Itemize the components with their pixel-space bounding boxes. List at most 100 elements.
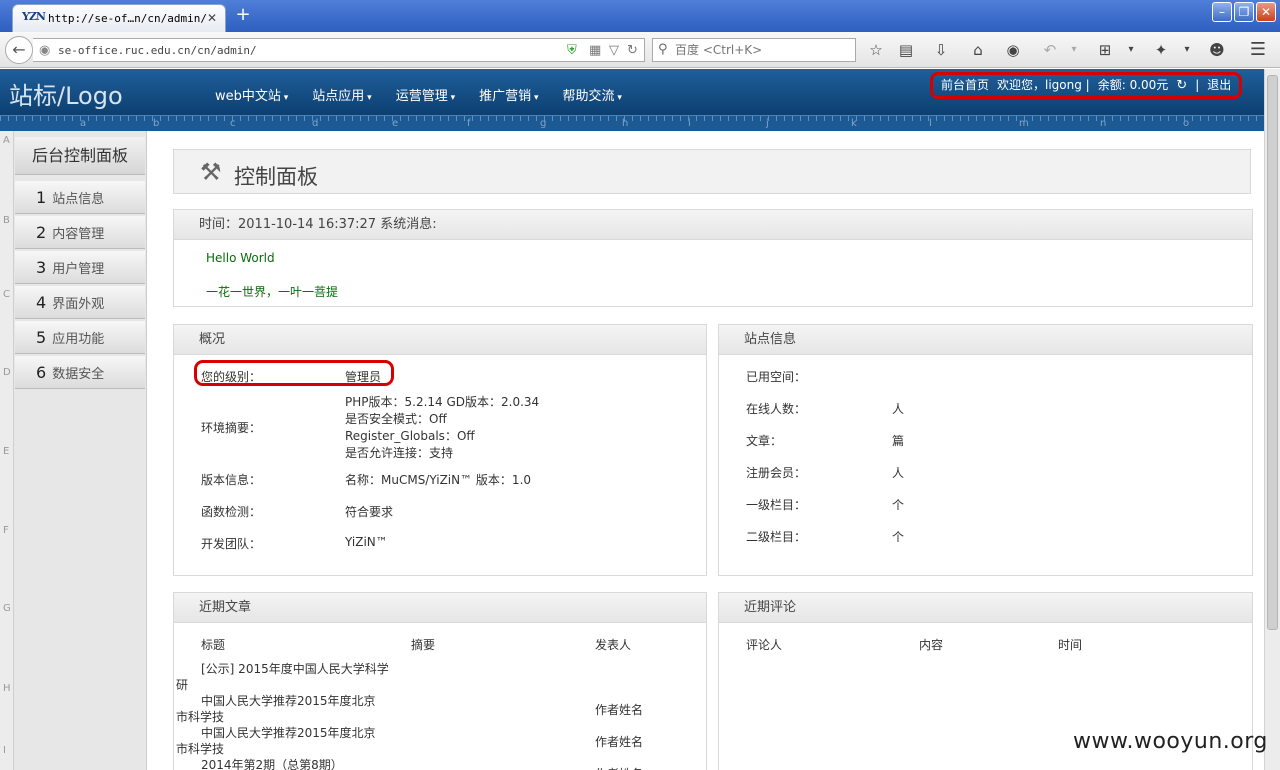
bookmark-star-icon[interactable]: ☆ xyxy=(866,40,886,60)
crop-dropdown-icon[interactable]: ▾ xyxy=(1121,40,1141,60)
site-info-label: 一级栏目： xyxy=(746,498,807,512)
user-bar: 前台首页 欢迎您，ligong | 余额: 0.00元 ↻ | 退出 xyxy=(930,72,1243,99)
admin-sidebar: 后台控制面板 1 站点信息 2 内容管理 3 用户管理 4 界面外观 5 应用功能 6 数据安全 xyxy=(14,131,146,770)
sidebar-item[interactable]: 4 界面外观 xyxy=(15,286,145,319)
sidebar-item-label: 站点信息 xyxy=(52,192,105,207)
separator: | xyxy=(1195,78,1200,92)
site-info-unit: 个 xyxy=(892,498,905,512)
sidebar-item[interactable]: 3 用户管理 xyxy=(15,251,145,284)
site-info-unit: 个 xyxy=(892,530,905,544)
tab-close-icon[interactable]: ✕ xyxy=(205,11,219,25)
message-line: Hello World xyxy=(206,251,275,265)
page-scrollbar[interactable] xyxy=(1264,69,1280,770)
recent-articles-title: 近期文章 xyxy=(174,593,706,623)
site-favicon-icon: YZN xyxy=(22,10,46,23)
tab-title: http://se-of…n/cn/admin/ xyxy=(48,12,207,25)
site-info-panel: 站点信息 已用空间： 在线人数：人文章：篇注册会员：人一级栏目：个二级栏目：个 xyxy=(718,324,1253,576)
article-title-link[interactable]: 研 xyxy=(176,676,188,693)
ruler-letter: H xyxy=(3,683,11,694)
sidebar-item[interactable]: 2 内容管理 xyxy=(15,216,145,249)
env-label: 环境摘要： xyxy=(201,421,262,435)
smiley-icon[interactable]: ☻ xyxy=(1207,40,1227,60)
nav-help[interactable]: 帮助交流 xyxy=(563,85,622,104)
article-title-link[interactable]: 市科学技 xyxy=(176,740,224,757)
browser-toolbar: ← ◉ se-office.ruc.edu.cn/cn/admin/ ⛨ ▦ ▽… xyxy=(0,32,1280,68)
page-title-panel: ⚒ 控制面板 xyxy=(173,149,1251,194)
ruler-letter: n xyxy=(1100,118,1107,129)
browser-tab-active[interactable]: YZN http://se-of…n/cn/admin/ ✕ xyxy=(12,4,226,32)
scrollbar-thumb[interactable] xyxy=(1267,75,1278,630)
balance-text: 余额: 0.00元 xyxy=(1097,78,1169,92)
article-author: 作者姓名 xyxy=(595,735,644,749)
sidebar-item[interactable]: 5 应用功能 xyxy=(15,321,145,354)
sidebar-item[interactable]: 1 站点信息 xyxy=(15,181,145,214)
undo-dropdown-icon[interactable]: ▾ xyxy=(1064,40,1084,60)
ruler-letter: a xyxy=(80,118,87,129)
team-value: YiZiN™ xyxy=(345,535,388,549)
nav-operations[interactable]: 运营管理 xyxy=(396,85,455,104)
sidebar-item-label: 内容管理 xyxy=(52,227,105,242)
ruler-letter: e xyxy=(392,118,399,129)
article-title-link[interactable]: 2014年第2期（总第8期） xyxy=(201,756,343,770)
article-title-link[interactable]: [公示] 2015年度中国人民大学科学 xyxy=(201,660,389,677)
nav-site-apps[interactable]: 站点应用 xyxy=(312,85,371,104)
watermark-text: www.wooyun.org xyxy=(1073,729,1268,754)
level-value: 管理员 xyxy=(345,370,382,384)
article-title-link[interactable]: 中国人民大学推荐2015年度北京 xyxy=(201,724,376,741)
article-title-link[interactable]: 市科学技 xyxy=(176,708,224,725)
logout-link[interactable]: 退出 xyxy=(1207,75,1231,96)
team-label: 开发团队： xyxy=(201,537,262,551)
welcome-text: 欢迎您，ligong | xyxy=(997,78,1090,92)
menu-hamburger-icon[interactable]: ☰ xyxy=(1248,40,1268,60)
site-info-label: 二级栏目： xyxy=(746,530,807,544)
nav-web-cn[interactable]: web中文站 xyxy=(215,85,288,104)
version-label: 版本信息： xyxy=(201,473,262,487)
sidebar-item-number: 2 xyxy=(36,223,47,242)
page-title: 控制面板 xyxy=(234,165,318,189)
window-minimize-button[interactable]: – xyxy=(1212,2,1232,22)
crop-icon[interactable]: ⊞ xyxy=(1095,40,1115,60)
frontend-home-link[interactable]: 前台首页 xyxy=(941,75,989,96)
sidebar-item-label: 用户管理 xyxy=(52,262,105,277)
column-header: 评论人 xyxy=(746,638,783,652)
window-maximize-button[interactable]: ❐ xyxy=(1234,2,1254,22)
ruler-letter: k xyxy=(851,118,857,129)
sidebar-item-number: 5 xyxy=(36,328,47,347)
env-line: 是否安全模式：Off xyxy=(345,412,447,426)
extension-icon[interactable]: ✦ xyxy=(1151,40,1171,60)
dropdown-arrow-icon[interactable]: ▽ xyxy=(609,43,619,58)
qr-code-icon[interactable]: ▦ xyxy=(589,43,601,58)
site-info-label: 文章： xyxy=(746,434,783,448)
window-close-button[interactable]: ✕ xyxy=(1256,2,1276,22)
url-text: se-office.ruc.edu.cn/cn/admin/ xyxy=(58,44,257,57)
download-icon[interactable]: ⇩ xyxy=(931,40,951,60)
vertical-ruler: A B C D E F G H I xyxy=(0,131,14,770)
bookmarks-list-icon[interactable]: ▤ xyxy=(896,40,916,60)
new-tab-button[interactable]: + xyxy=(233,5,253,25)
refresh-icon[interactable]: ↻ xyxy=(1176,75,1187,96)
ruler-letter: b xyxy=(153,118,160,129)
horizontal-ruler: a b c d e f g h i j k l m n o xyxy=(0,115,1264,131)
back-button[interactable]: ← xyxy=(5,36,33,64)
column-header: 标题 xyxy=(201,638,226,652)
main-content: ⚒ 控制面板 时间：2011-10-14 16:37:27 系统消息: Hell… xyxy=(146,131,1264,770)
site-logo[interactable]: 站标/Logo xyxy=(9,76,123,111)
address-bar[interactable]: ◉ se-office.ruc.edu.cn/cn/admin/ ⛨ ▦ ▽ ↻ xyxy=(33,38,645,62)
shield-icon[interactable]: ⛨ xyxy=(567,43,577,58)
sidebar-item[interactable]: 6 数据安全 xyxy=(15,356,145,389)
message-line: 一花一世界，一叶一菩提 xyxy=(206,285,339,299)
reload-icon[interactable]: ↻ xyxy=(627,43,638,58)
ruler-letter: D xyxy=(3,367,11,378)
site-info-title: 站点信息 xyxy=(719,325,1252,355)
search-box[interactable]: ⚲ xyxy=(652,38,856,62)
home-icon[interactable]: ⌂ xyxy=(968,40,988,60)
chat-icon[interactable]: ◉ xyxy=(1003,40,1023,60)
extension-dropdown-icon[interactable]: ▾ xyxy=(1177,40,1197,60)
search-input[interactable] xyxy=(675,41,850,59)
overview-panel: 概况 您的级别： 管理员 环境摘要： PHP版本：5.2.14 GD版本：2.0… xyxy=(173,324,707,576)
nav-marketing[interactable]: 推广营销 xyxy=(479,85,538,104)
ruler-letter: h xyxy=(622,118,629,129)
undo-icon[interactable]: ↶ xyxy=(1040,40,1060,60)
ruler-letter: E xyxy=(3,446,10,457)
article-title-link[interactable]: 中国人民大学推荐2015年度北京 xyxy=(201,692,376,709)
